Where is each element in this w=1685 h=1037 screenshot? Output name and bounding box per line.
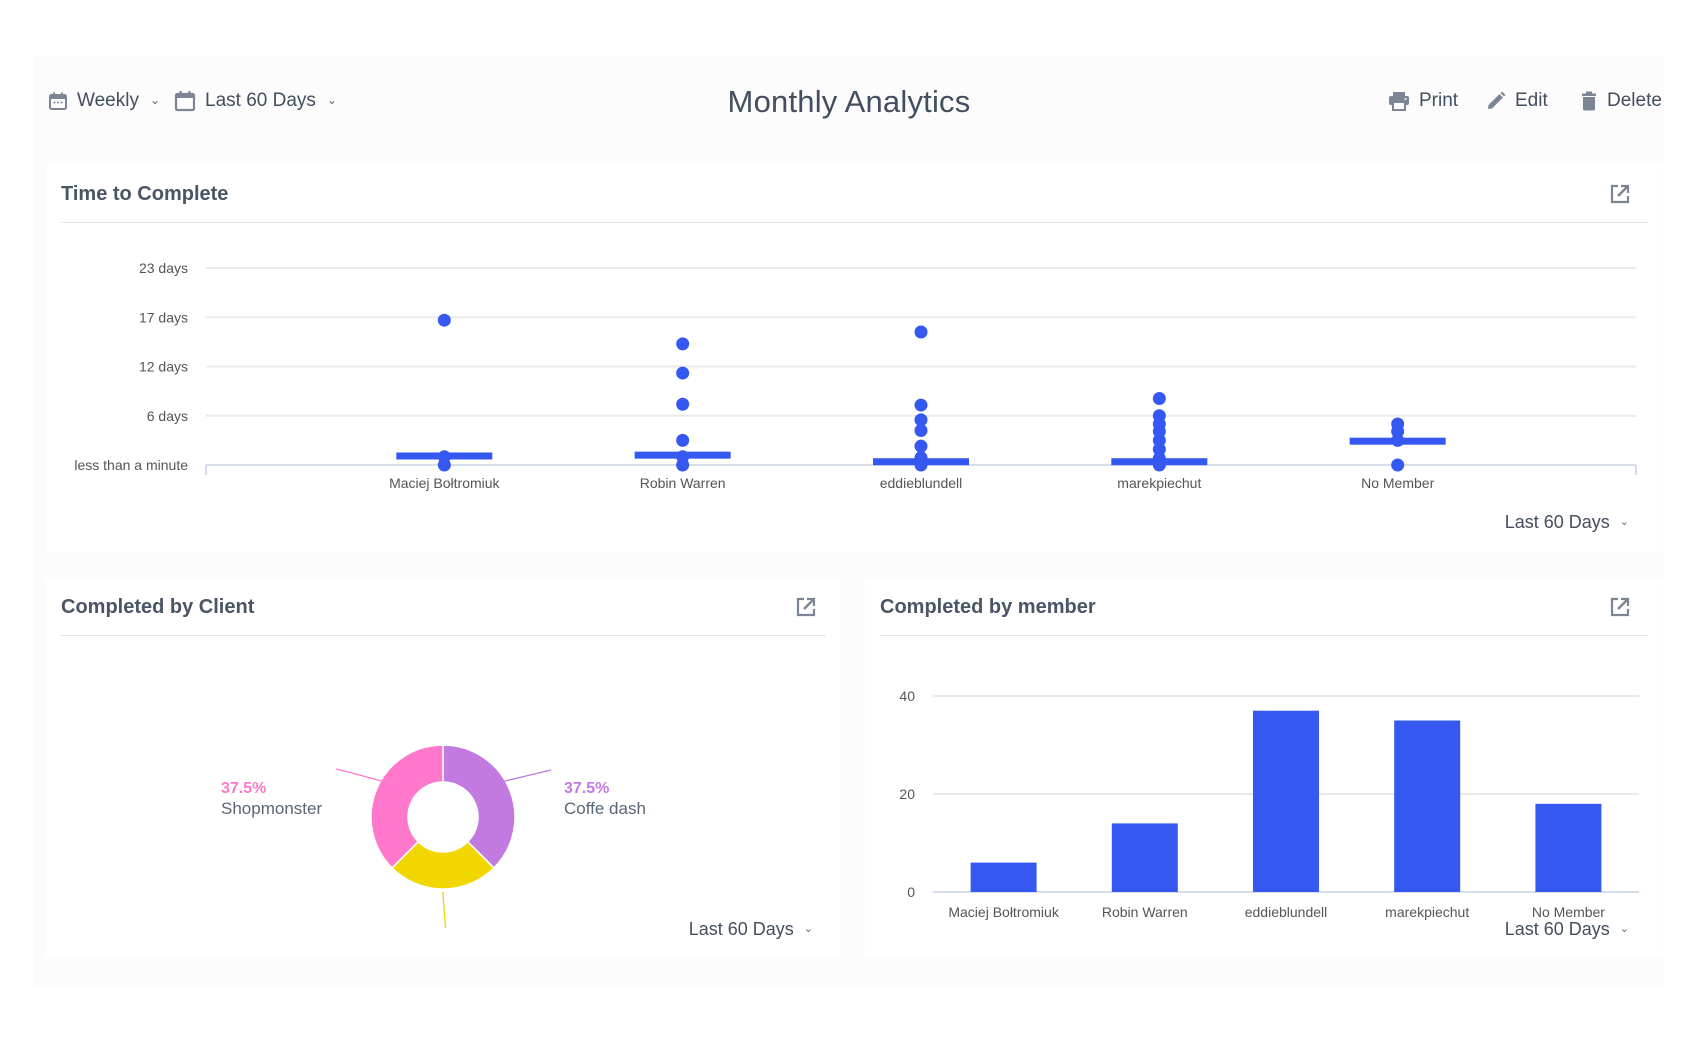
x-tick-label: marekpiechut	[1385, 904, 1469, 920]
delete-label: Delete	[1607, 90, 1662, 111]
bar	[1111, 823, 1178, 892]
chevron-down-icon: ⌄	[1619, 516, 1629, 528]
data-point	[437, 458, 451, 472]
data-point	[676, 458, 690, 472]
y-tick-label: 0	[907, 884, 915, 900]
panel-title: Time to Complete	[61, 183, 229, 205]
panel-divider	[880, 635, 1648, 636]
y-tick-label: 23 days	[139, 260, 188, 276]
range-label: Last 60 Days	[1504, 919, 1610, 939]
slice-name-label: Shopmonster	[221, 799, 322, 818]
data-point	[914, 424, 928, 438]
slice-percent-label: 37.5%	[221, 780, 266, 797]
x-tick-label: marekpiechut	[1117, 475, 1201, 491]
data-point	[914, 325, 928, 339]
x-tick-label: Robin Warren	[640, 475, 726, 491]
chevron-down-icon: ⌄	[803, 923, 813, 935]
x-tick-label: No Member	[1361, 475, 1434, 491]
data-point	[914, 439, 928, 453]
bar	[970, 862, 1037, 892]
data-point	[437, 313, 451, 327]
data-point	[1152, 392, 1166, 406]
slice-name-label: Coffe dash	[564, 799, 646, 818]
slice-percent-label: 37.5%	[564, 780, 609, 797]
panel-divider	[61, 635, 826, 636]
y-tick-label: less than a minute	[74, 457, 188, 473]
data-point	[1391, 458, 1405, 472]
completed-by-member-chart: 0 20 40 Maciej Bołtromiuk Robin Warren eddieb…	[899, 688, 1639, 920]
panel-divider	[61, 222, 1648, 223]
data-point	[914, 458, 928, 472]
open-external-icon[interactable]	[1609, 596, 1631, 618]
bar	[1394, 720, 1461, 892]
range-dropdown[interactable]: Last 60 Days ⌄	[1505, 919, 1629, 940]
completed-by-client-chart: 37.5%Coffe dash25.0%Infinity Rocket Plas…	[221, 744, 646, 928]
panel-title: Completed by member	[880, 596, 1096, 618]
y-tick-label: 12 days	[139, 359, 188, 375]
delete-button[interactable]: Delete	[1580, 90, 1662, 112]
y-tick-label: 20	[899, 786, 915, 802]
range-label: Last 60 Days	[1504, 512, 1610, 532]
y-tick-label: 6 days	[147, 408, 188, 424]
data-point	[1152, 458, 1166, 472]
x-tick-label: No Member	[1532, 904, 1605, 920]
print-label: Print	[1419, 90, 1459, 111]
x-tick-label: Maciej Bołtromiuk	[389, 475, 500, 491]
leader-line	[335, 768, 386, 783]
bar	[1253, 710, 1319, 892]
open-external-icon[interactable]	[1609, 183, 1631, 205]
toolbar: Weekly ⌄ Last 60 Days ⌄ Monthly Analytic…	[34, 56, 1664, 151]
data-point	[676, 397, 690, 411]
pie-slice	[370, 744, 444, 869]
completed-by-member-panel: Completed by member 0 20 40 Maciej Bołtromi…	[865, 578, 1663, 958]
time-to-complete-chart: less than a minute 6 days 12 days 17 days 23…	[74, 260, 1637, 491]
time-to-complete-panel: Time to Complete less than a minute 6 day…	[46, 165, 1663, 552]
range-dropdown[interactable]: Last 60 Days ⌄	[689, 919, 813, 940]
data-point	[676, 433, 690, 447]
printer-icon	[1389, 92, 1409, 111]
leader-line	[500, 769, 552, 783]
open-external-icon[interactable]	[795, 596, 817, 618]
completed-by-client-panel: Completed by Client 37.5% Coffe dash 25.0%…	[46, 578, 841, 958]
dashboard-page: Weekly ⌄ Last 60 Days ⌄ Monthly Analytic…	[34, 56, 1664, 988]
y-tick-label: 17 days	[139, 309, 188, 325]
pie-slice	[442, 744, 516, 869]
print-button[interactable]: Print	[1388, 90, 1458, 112]
y-tick-label: 40	[899, 688, 915, 704]
x-tick-label: eddieblundell	[1245, 904, 1328, 920]
pencil-icon	[1488, 91, 1506, 109]
trash-icon	[1582, 91, 1596, 111]
edit-button[interactable]: Edit	[1486, 90, 1548, 112]
data-point	[676, 366, 690, 380]
range-label: Last 60 Days	[688, 919, 794, 939]
chevron-down-icon: ⌄	[1619, 923, 1629, 935]
slice-percent-label: 25.0%	[460, 927, 505, 928]
data-point	[676, 337, 690, 351]
data-point	[914, 398, 928, 412]
x-tick-label: Maciej Bołtromiuk	[948, 904, 1059, 920]
edit-label: Edit	[1515, 90, 1548, 111]
data-point	[1391, 433, 1405, 447]
range-dropdown[interactable]: Last 60 Days ⌄	[1505, 512, 1629, 533]
x-tick-label: eddieblundell	[880, 475, 963, 491]
x-tick-label: Robin Warren	[1102, 904, 1188, 920]
leader-line	[442, 891, 447, 928]
bar	[1535, 803, 1602, 892]
panel-title: Completed by Client	[61, 596, 255, 618]
